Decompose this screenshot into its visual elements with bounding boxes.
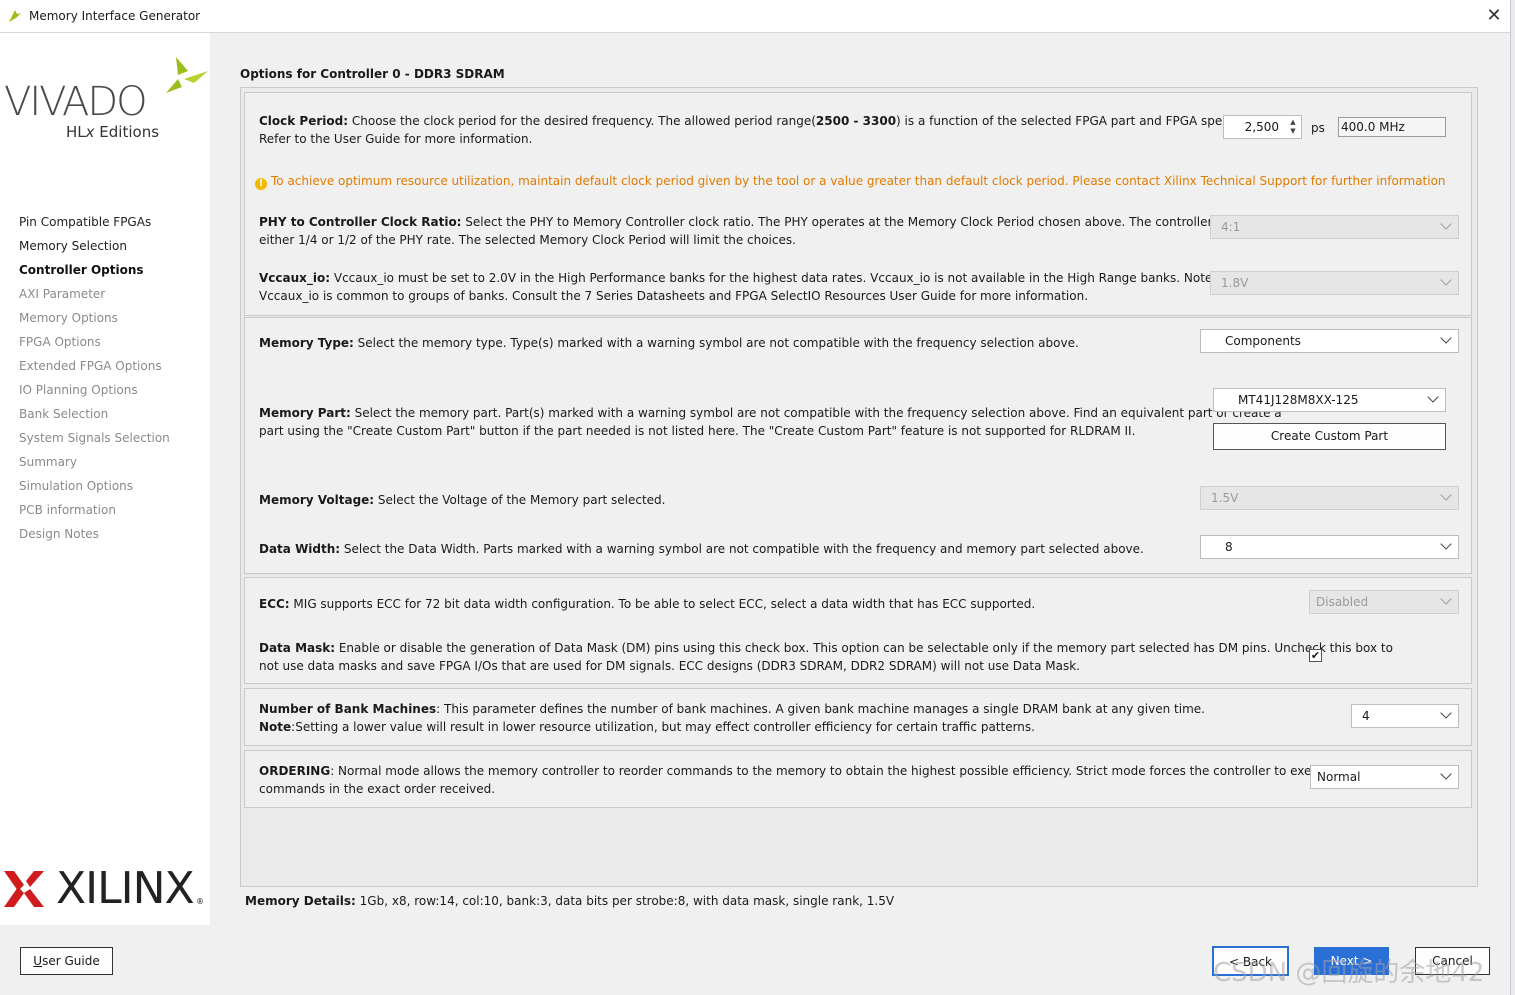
xilinx-logo-text: XILINX bbox=[56, 863, 195, 914]
frequency-field: 400.0 MHz bbox=[1338, 117, 1446, 137]
chevron-down-icon bbox=[1427, 391, 1439, 403]
chevron-down-icon bbox=[1440, 332, 1452, 344]
sidebar-item: Simulation Options bbox=[19, 479, 134, 493]
vccaux-description: Vccaux_io: Vccaux_io must be set to 2.0V… bbox=[259, 271, 1241, 303]
wizard-step-list: Pin Compatible FPGAs Memory Selection Co… bbox=[19, 213, 170, 549]
sidebar-item: AXI Parameter bbox=[19, 287, 106, 301]
registered-mark: ® bbox=[196, 897, 204, 906]
chevron-down-icon bbox=[1440, 489, 1452, 501]
xilinx-logo: XILINX ® bbox=[4, 863, 209, 914]
memory-type-select[interactable]: Components bbox=[1200, 329, 1459, 353]
ecc-select[interactable]: Disabled bbox=[1309, 590, 1459, 614]
memory-part-description: Memory Part: Select the memory part. Par… bbox=[259, 406, 1282, 438]
bank-machines-description: Number of Bank Machines: This parameter … bbox=[259, 702, 1205, 734]
clock-period-spinner[interactable]: 2,500 ▲ ▼ bbox=[1223, 115, 1302, 139]
chevron-down-icon bbox=[1440, 218, 1452, 230]
create-custom-part-button[interactable]: Create Custom Part bbox=[1213, 423, 1446, 450]
vivado-app-icon bbox=[9, 10, 21, 22]
vivado-leaf-icon bbox=[166, 57, 208, 93]
sidebar-item: PCB information bbox=[19, 503, 116, 517]
sidebar-item[interactable]: Memory Selection bbox=[19, 237, 170, 261]
sidebar-item[interactable]: Controller Options bbox=[19, 261, 170, 285]
memory-voltage-description: Memory Voltage: Select the Voltage of th… bbox=[259, 493, 666, 507]
bank-machines-panel: Number of Bank Machines: This parameter … bbox=[244, 688, 1472, 746]
sidebar-item: Design Notes bbox=[19, 527, 99, 541]
ordering-panel: ORDERING: Normal mode allows the memory … bbox=[244, 750, 1472, 808]
memory-voltage-select[interactable]: 1.5V bbox=[1200, 486, 1459, 510]
background-window-edge bbox=[1510, 0, 1515, 995]
user-guide-button[interactable]: User Guide bbox=[20, 947, 113, 975]
memory-type-description: Memory Type: Select the memory type. Typ… bbox=[259, 336, 1079, 350]
footer: User Guide < Back Next > Cancel bbox=[0, 925, 1510, 995]
ordering-select[interactable]: Normal bbox=[1310, 765, 1459, 789]
sidebar-item[interactable]: Pin Compatible FPGAs bbox=[19, 213, 170, 237]
sidebar-item: System Signals Selection bbox=[19, 431, 170, 445]
spinner-arrows-icon[interactable]: ▲ ▼ bbox=[1287, 118, 1299, 136]
clock-warning: ! To achieve optimum resource utilization… bbox=[255, 174, 1446, 190]
bank-machines-select[interactable]: 4 bbox=[1351, 704, 1459, 728]
clock-period-unit: ps bbox=[1311, 121, 1325, 135]
xilinx-mark-icon bbox=[4, 871, 44, 907]
main-content: Options for Controller 0 - DDR3 SDRAM Cl… bbox=[210, 33, 1510, 925]
chevron-down-icon bbox=[1440, 538, 1452, 550]
ordering-description: ORDERING: Normal mode allows the memory … bbox=[259, 764, 1338, 796]
phy-ratio-select[interactable]: 4:1 bbox=[1210, 215, 1459, 239]
close-icon[interactable]: ✕ bbox=[1483, 5, 1505, 27]
vivado-edition-text: HLx Editions bbox=[66, 123, 160, 141]
back-button[interactable]: < Back bbox=[1212, 946, 1289, 976]
memory-details: Memory Details: 1Gb, x8, row:14, col:10,… bbox=[245, 894, 895, 908]
window-title: Memory Interface Generator bbox=[29, 9, 201, 23]
sidebar: VIVADO HLx Editions Pin Compatible FPGAs… bbox=[0, 33, 210, 925]
cancel-button[interactable]: Cancel bbox=[1415, 947, 1490, 975]
vccaux-select[interactable]: 1.8V bbox=[1210, 271, 1459, 295]
sidebar-item: Summary bbox=[19, 455, 77, 469]
clock-period-value: 2,500 bbox=[1244, 120, 1279, 134]
warning-icon: ! bbox=[255, 178, 267, 190]
data-mask-checkbox[interactable]: ✔ bbox=[1309, 649, 1322, 662]
data-width-description: Data Width: Select the Data Width. Parts… bbox=[259, 542, 1144, 556]
memory-part-select[interactable]: MT41J128M8XX-125 bbox=[1213, 388, 1446, 412]
next-button[interactable]: Next > bbox=[1314, 947, 1389, 975]
memory-panel: Memory Type: Select the memory type. Typ… bbox=[244, 317, 1472, 574]
clock-period-description: Clock Period: Choose the clock period fo… bbox=[259, 114, 1280, 146]
vivado-logo: VIVADO HLx Editions bbox=[4, 53, 209, 153]
sidebar-item: Extended FPGA Options bbox=[19, 359, 162, 373]
data-width-select[interactable]: 8 bbox=[1200, 535, 1459, 559]
chevron-down-icon bbox=[1440, 274, 1452, 286]
sidebar-item: FPGA Options bbox=[19, 335, 101, 349]
phy-ratio-description: PHY to Controller Clock Ratio: Select th… bbox=[259, 215, 1286, 247]
sidebar-item: Bank Selection bbox=[19, 407, 109, 421]
chevron-down-icon bbox=[1440, 707, 1452, 719]
title-bar: Memory Interface Generator ✕ bbox=[0, 0, 1510, 33]
clock-panel: Clock Period: Choose the clock period fo… bbox=[244, 92, 1472, 316]
page-title: Options for Controller 0 - DDR3 SDRAM bbox=[240, 67, 505, 81]
sidebar-item: Memory Options bbox=[19, 311, 118, 325]
chevron-down-icon bbox=[1440, 768, 1452, 780]
data-mask-description: Data Mask: Enable or disable the generat… bbox=[259, 641, 1393, 673]
chevron-down-icon bbox=[1440, 593, 1452, 605]
ecc-panel: ECC: MIG supports ECC for 72 bit data wi… bbox=[244, 577, 1472, 684]
ecc-description: ECC: MIG supports ECC for 72 bit data wi… bbox=[259, 597, 1036, 611]
vivado-logo-text: VIVADO bbox=[4, 79, 148, 125]
sidebar-item: IO Planning Options bbox=[19, 383, 138, 397]
